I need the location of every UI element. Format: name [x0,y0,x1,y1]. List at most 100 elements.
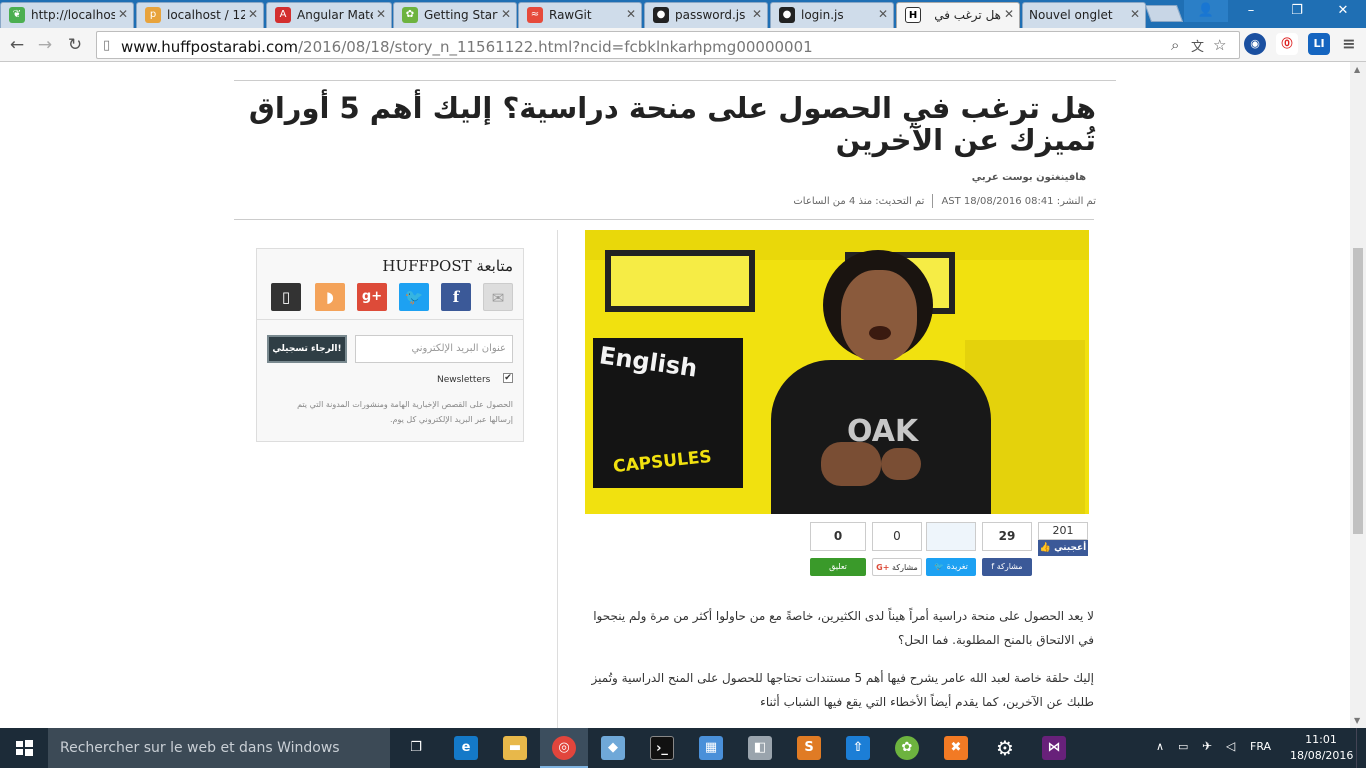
tab-angular-material[interactable]: A Angular Materi ✕ [266,2,392,28]
facebook-share-count: 29 [982,522,1032,551]
volume-icon[interactable]: ◁ [1226,739,1235,753]
mobile-icon[interactable]: ▯ [271,283,301,311]
user-profile-icon[interactable]: 👤 [1184,0,1228,22]
xampp-icon[interactable]: ✖ [944,736,968,760]
tab-huffpost-article[interactable]: H هل ترغب في ✕ [896,2,1020,29]
taskbar-search-input[interactable]: Rechercher sur le web et dans Windows [48,728,390,768]
close-icon[interactable]: ✕ [626,7,636,21]
divider [257,319,523,320]
taskbar-clock[interactable]: 11:01 18/08/2016 [1290,732,1353,764]
language-indicator[interactable]: FRA [1250,740,1271,753]
tab-password-js[interactable]: ● password.js ✕ [644,2,768,28]
newsletter-description: الحصول على القصص الإخبارية الهامة ومنشور… [297,400,513,424]
battery-icon[interactable]: ▭ [1178,740,1188,753]
newsletters-label: Newsletters [437,375,491,385]
reload-icon[interactable]: ↻ [64,34,86,56]
upload-app-icon[interactable]: ⇧ [846,736,870,760]
visual-studio-icon[interactable]: ⋈ [1042,736,1066,760]
facebook-icon[interactable]: f [441,283,471,311]
spring-tool-icon[interactable]: ✿ [895,736,919,760]
terminal-icon[interactable]: ›_ [650,736,674,760]
leaf-icon: ❦ [9,7,25,23]
tab-new-tab[interactable]: Nouvel onglet ✕ [1022,2,1146,28]
article-byline[interactable]: هافينغتون بوست عربي [880,172,1086,183]
github-icon: ● [653,7,669,23]
bookmark-star-icon[interactable]: ☆ [1213,36,1226,54]
app-icon[interactable]: ◆ [601,736,625,760]
chevron-up-icon[interactable]: ∧ [1156,740,1164,753]
tab-rawgit[interactable]: ≈ RawGit ✕ [518,2,642,28]
gplus-share-button[interactable]: G+ مشاركة [872,558,922,576]
article-video[interactable]: English CAPSULES OAK [585,230,1089,514]
follow-title: متابعة HUFFPOST [382,257,513,275]
close-icon[interactable]: ✕ [376,7,386,21]
rss-icon[interactable]: ◗ [315,283,345,311]
signup-button[interactable]: الرجاء تسجيلي! [267,335,347,363]
back-arrow-icon[interactable]: ← [6,34,28,56]
new-tab-button[interactable] [1144,5,1184,22]
close-icon[interactable]: ✕ [118,7,128,21]
rawgit-icon: ≈ [527,7,543,23]
chrome-icon[interactable]: ◎ [552,736,576,760]
close-icon[interactable]: ✕ [1004,7,1014,21]
settings-gear-icon[interactable]: ⚙ [993,736,1017,760]
googleplus-icon: G+ [876,563,890,572]
email-icon[interactable]: ✉ [483,283,513,311]
scroll-up-arrow-icon[interactable]: ▲ [1354,65,1360,74]
windows-logo-icon [16,740,33,756]
show-desktop-button[interactable] [1356,728,1366,768]
googleplus-icon[interactable]: g+ [357,283,387,311]
comment-button[interactable]: تعليق [810,558,866,576]
email-field[interactable]: عنوان البريد الإلكتروني [355,335,513,363]
comment-count: 0 [810,522,866,551]
restore-button[interactable]: ❐ [1274,0,1320,22]
system-monitor-icon[interactable]: ◧ [748,736,772,760]
scroll-down-arrow-icon[interactable]: ▼ [1354,716,1360,725]
tab-phpmyadmin[interactable]: p localhost / 127 ✕ [136,2,264,28]
updated-date: تم التحديث: منذ 4 من الساعات [793,196,925,207]
twitter-bird-icon: 🐦 [934,562,945,571]
video-person-hand [821,442,881,486]
article-paragraph: لا يعد الحصول على منحة دراسية أمراً هينا… [593,609,1094,647]
close-icon[interactable]: ✕ [1130,7,1140,21]
minimize-button[interactable]: – [1228,0,1274,22]
calculator-icon[interactable]: ▦ [699,736,723,760]
close-icon[interactable]: ✕ [752,7,762,21]
scrollbar-thumb[interactable] [1353,248,1363,534]
close-icon[interactable]: ✕ [501,7,511,21]
video-person-face [841,270,917,362]
airplane-icon[interactable]: ✈ [1202,739,1212,753]
task-view-icon[interactable]: ❐ [404,736,428,760]
extension-li-icon[interactable]: LI [1308,33,1330,55]
extension-globe-icon[interactable]: ◉ [1244,33,1266,55]
twitter-share-button[interactable]: 🐦 تغريدة [926,558,976,576]
forward-arrow-icon[interactable]: → [34,34,56,56]
windows-taskbar: Rechercher sur le web et dans Windows ❐ … [0,728,1366,768]
page-viewport: هل ترغب في الحصول على منحة دراسية؟ إليك … [0,62,1350,728]
facebook-share-button[interactable]: f مشاركة [982,558,1032,576]
newsletters-checkbox[interactable]: ✔ [503,373,513,383]
zoom-search-icon[interactable]: ⌕ [1171,36,1179,54]
facebook-like-button[interactable]: 👍 أعجبني [1038,540,1088,556]
url-input[interactable]: ▯ www.huffpostarabi.com/2016/08/18/story… [96,31,1240,59]
adblock-icon[interactable]: ⓪ [1276,33,1298,55]
close-icon[interactable]: ✕ [248,7,258,21]
edge-icon[interactable]: e [454,736,478,760]
file-explorer-icon[interactable]: ▬ [503,736,527,760]
thumbs-up-icon: 👍 [1039,543,1051,553]
translate-icon[interactable]: 文 [1191,36,1204,55]
menu-icon[interactable]: ≡ [1338,33,1360,55]
sublime-text-icon[interactable]: S [797,736,821,760]
tab-getting-started[interactable]: ✿ Getting Started ✕ [393,2,517,28]
close-window-button[interactable]: ✕ [1320,0,1366,22]
close-icon[interactable]: ✕ [878,7,888,21]
page-scrollbar[interactable]: ▲ ▼ [1350,62,1366,728]
start-button[interactable] [0,728,48,768]
angular-icon: A [275,7,291,23]
tab-localhost[interactable]: ❦ http://localhost ✕ [0,2,134,28]
article-paragraph: إليك حلقة خاصة لعبد الله عامر يشرح فيها … [591,671,1094,709]
phpmyadmin-icon: p [145,7,161,23]
tab-login-js[interactable]: ● login.js ✕ [770,2,894,28]
social-share-bar: 201 👍 أعجبني 29 0 0 f مشاركة 🐦 تغريدة G+… [810,522,1090,582]
spring-icon: ✿ [402,7,418,23]
